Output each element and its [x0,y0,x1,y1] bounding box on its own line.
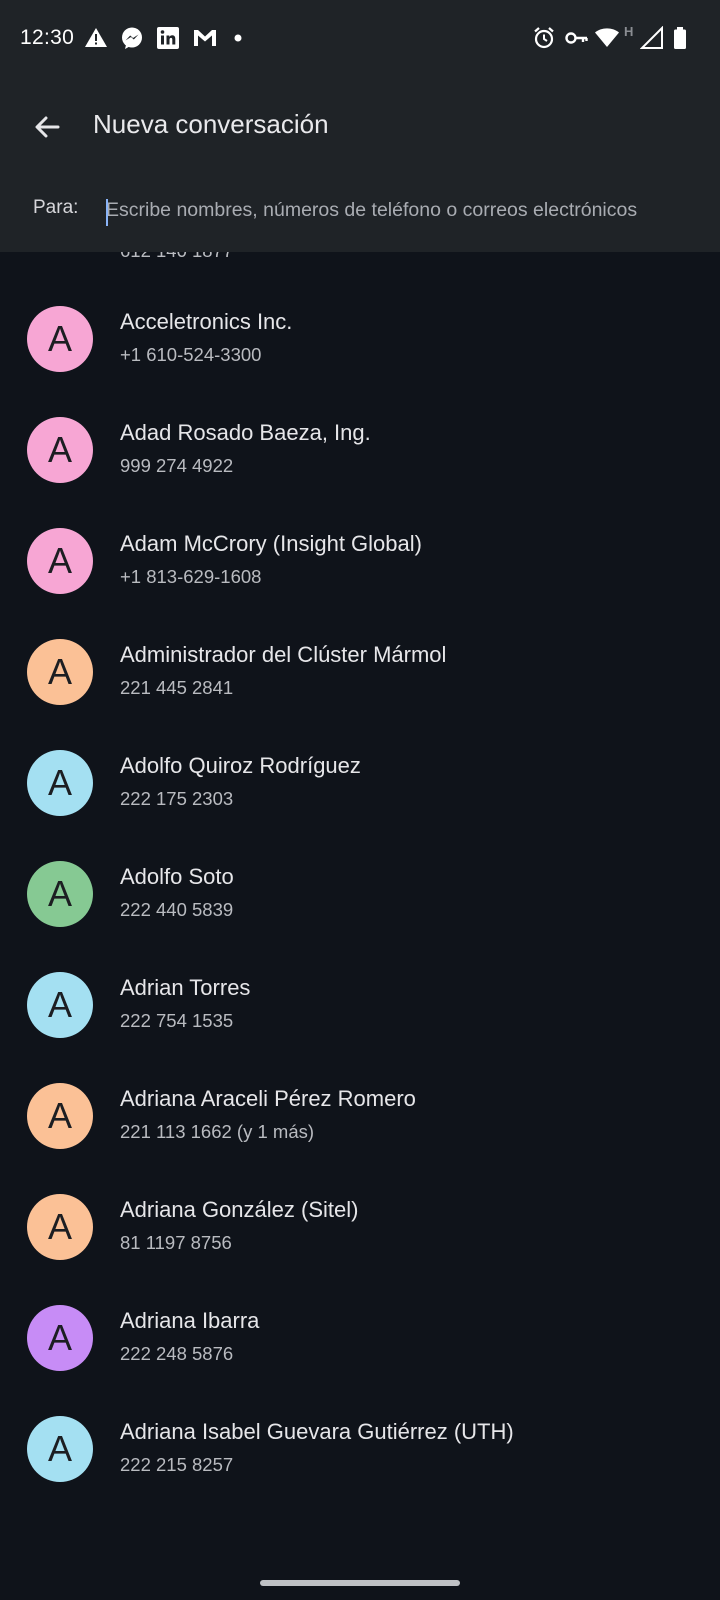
page-title: Nueva conversación [93,109,329,139]
contact-number: 612 140 1877 [120,252,233,262]
home-gesture-handle[interactable] [260,1580,460,1586]
list-item[interactable]: A Adam McCrory (Insight Global) +1 813-6… [0,505,720,618]
back-button[interactable] [20,100,74,154]
list-item[interactable]: A Administrador del Clúster Mármol 221 4… [0,616,720,729]
contact-list[interactable]: 612 140 1877 A Acceletronics Inc. +1 610… [0,252,720,1558]
contact-number: 221 113 1662 (y 1 más) [120,1121,315,1142]
contact-name: Adriana Isabel Guevara Gutiérrez (UTH) [120,1419,514,1444]
gmail-icon [192,26,218,50]
contact-name: Adriana Ibarra [120,1308,260,1333]
avatar: A [27,1083,93,1149]
contact-number: 221 445 2841 [120,677,234,698]
contact-name: Adad Rosado Baeza, Ing. [120,420,371,445]
alarm-icon [532,26,556,50]
avatar: A [27,639,93,705]
list-item[interactable]: A Adriana Araceli Pérez Romero 221 113 1… [0,1060,720,1173]
avatar: A [27,417,93,483]
list-item[interactable]: A Adriana Isabel Guevara Gutiérrez (UTH)… [0,1393,720,1506]
list-item[interactable]: A Adolfo Quiroz Rodríguez 222 175 2303 [0,727,720,840]
recipient-input[interactable] [106,190,696,230]
contact-name: Adolfo Soto [120,864,234,889]
contact-name: Adriana González (Sitel) [120,1197,359,1222]
list-item[interactable]: A Adrian Torres 222 754 1535 [0,949,720,1062]
contact-number: 222 440 5839 [120,899,234,920]
list-item[interactable]: 612 140 1877 [0,252,720,270]
avatar: A [27,1416,93,1482]
contact-number: 222 248 5876 [120,1343,234,1364]
arrow-back-icon [35,116,60,138]
contact-name: Adrian Torres [120,975,251,1000]
contact-number: 222 754 1535 [120,1010,234,1031]
contact-number: 81 1197 8756 [120,1232,232,1253]
avatar: A [27,528,93,594]
contact-name: Adam McCrory (Insight Global) [120,531,422,556]
contact-number: 222 215 8257 [120,1454,234,1475]
list-item[interactable]: A Adad Rosado Baeza, Ing. 999 274 4922 [0,394,720,507]
network-type-label: H [624,24,634,39]
status-bar: 12:30 H [0,0,720,78]
linkedin-icon [156,26,180,50]
notification-dot-icon [234,34,242,42]
wifi-icon [594,26,620,50]
status-time: 12:30 [20,26,75,49]
messenger-icon [120,26,144,50]
avatar: A [27,861,93,927]
list-item[interactable]: A Acceletronics Inc. +1 610-524-3300 [0,283,720,396]
contact-name: Acceletronics Inc. [120,309,293,334]
contact-number: +1 813-629-1608 [120,566,262,587]
recipient-row: Para: [0,176,720,252]
list-item[interactable]: A Adolfo Soto 222 440 5839 [0,838,720,951]
contact-name: Administrador del Clúster Mármol [120,642,447,667]
signal-icon [640,26,664,50]
avatar: A [27,972,93,1038]
recipient-label: Para: [33,197,79,218]
contact-name: Adolfo Quiroz Rodríguez [120,753,361,778]
list-item[interactable]: A Adriana González (Sitel) 81 1197 8756 [0,1171,720,1284]
app-bar: Nueva conversación [0,78,720,176]
text-cursor [106,199,108,226]
avatar: A [27,1194,93,1260]
avatar: A [27,1305,93,1371]
contact-name: Adriana Araceli Pérez Romero [120,1086,416,1111]
contact-number: +1 610-524-3300 [120,344,262,365]
battery-icon [672,26,688,50]
list-item[interactable]: A Adriana Ibarra 222 248 5876 [0,1282,720,1395]
contact-number: 999 274 4922 [120,455,234,476]
avatar: A [27,750,93,816]
vpn-key-icon [564,26,590,50]
avatar: A [27,306,93,372]
warning-icon [84,26,108,50]
navigation-bar [0,1558,720,1600]
contact-number: 222 175 2303 [120,788,234,809]
